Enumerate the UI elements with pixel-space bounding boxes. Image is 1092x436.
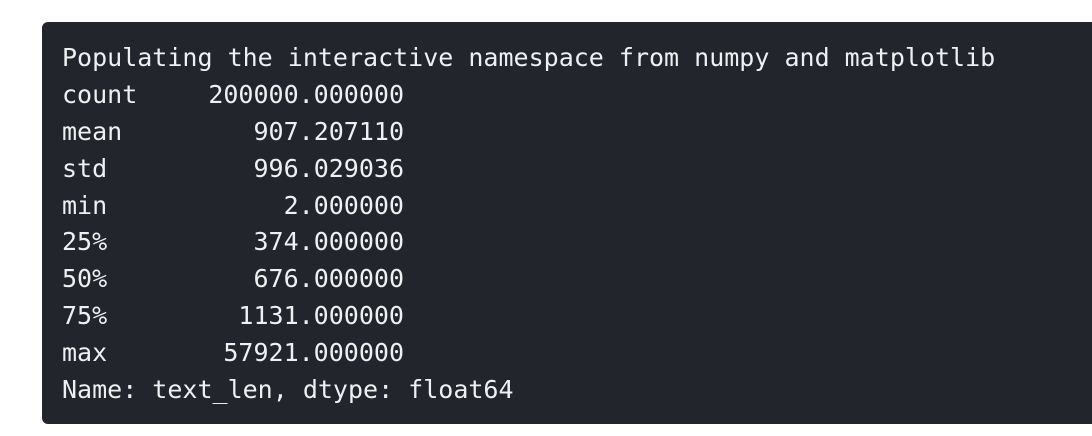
stat-value: 2.000000 xyxy=(283,190,404,220)
stat-value: 907.207110 xyxy=(253,116,404,146)
stat-key: min xyxy=(62,190,108,220)
stat-key: 50% xyxy=(62,264,108,294)
output-footer-line: Name: text_len, dtype: float64 xyxy=(62,375,514,405)
stat-key: std xyxy=(62,153,108,183)
stat-row-75: 75% 1131.000000 xyxy=(62,298,1092,335)
stat-key: 75% xyxy=(62,301,108,331)
stat-key: max xyxy=(62,338,108,368)
stat-key: 25% xyxy=(62,227,108,257)
output-header-line: Populating the interactive namespace fro… xyxy=(62,43,996,72)
stat-row-max: max 57921.000000 xyxy=(62,335,1092,372)
stat-value: 374.000000 xyxy=(253,227,404,257)
stat-row-mean: mean 907.207110 xyxy=(62,114,1092,151)
stat-key: count xyxy=(62,79,138,109)
stat-key: mean xyxy=(62,116,123,146)
stat-value: 1131.000000 xyxy=(238,301,404,331)
stat-row-50: 50% 676.000000 xyxy=(62,261,1092,298)
stat-value: 200000.000000 xyxy=(208,79,404,109)
stat-value: 996.029036 xyxy=(253,153,404,183)
stat-row-count: count 200000.000000 xyxy=(62,77,1092,114)
stat-row-std: std 996.029036 xyxy=(62,151,1092,188)
stat-value: 676.000000 xyxy=(253,264,404,294)
stat-row-25: 25% 374.000000 xyxy=(62,224,1092,261)
notebook-output-cell: Populating the interactive namespace fro… xyxy=(42,22,1092,424)
stat-value: 57921.000000 xyxy=(223,338,404,368)
stat-row-min: min 2.000000 xyxy=(62,188,1092,225)
